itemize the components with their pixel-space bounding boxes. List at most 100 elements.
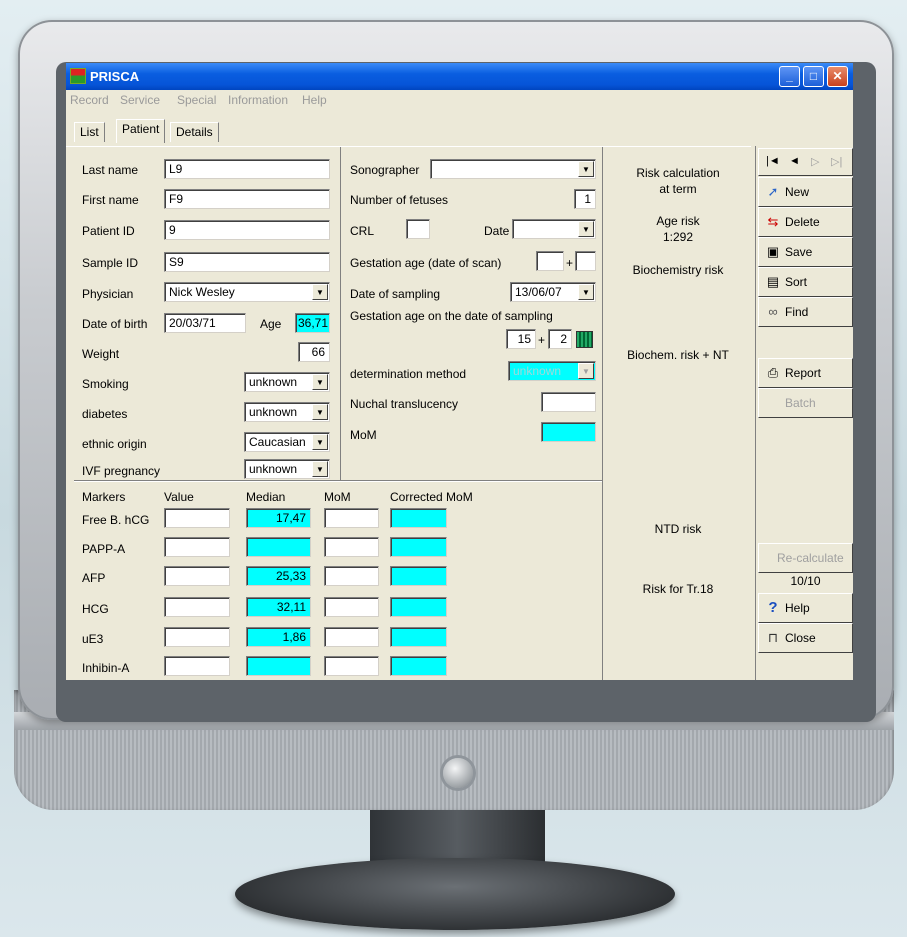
- method-label: determination method: [350, 367, 467, 381]
- first-name-field[interactable]: F9: [164, 189, 330, 209]
- next-record-button[interactable]: ▷: [811, 155, 819, 168]
- chevron-down-icon[interactable]: ▼: [578, 363, 594, 379]
- sampling-date-select[interactable]: 13/06/07 ▼: [510, 282, 596, 302]
- ethnic-value: Caucasian: [249, 435, 306, 449]
- minimize-button[interactable]: _: [779, 66, 800, 87]
- sonographer-select[interactable]: ▼: [430, 159, 596, 179]
- patient-id-field[interactable]: 9: [164, 220, 330, 240]
- new-button[interactable]: ➚ New: [758, 177, 853, 207]
- menu-record[interactable]: Record: [70, 93, 109, 107]
- marker-value-field[interactable]: [164, 597, 230, 617]
- marker-corrected-mom-field: [390, 597, 447, 617]
- tab-strip: List Patient Details: [66, 110, 853, 146]
- chevron-down-icon[interactable]: ▼: [312, 461, 328, 477]
- tab-list[interactable]: List: [74, 122, 105, 142]
- marker-name: uE3: [82, 632, 104, 646]
- ga-plus: +: [538, 333, 546, 347]
- physician-select[interactable]: Nick Wesley ▼: [164, 282, 330, 302]
- chevron-down-icon[interactable]: ▼: [578, 284, 594, 300]
- batch-button[interactable]: Batch: [758, 388, 853, 418]
- marker-value-field[interactable]: [164, 627, 230, 647]
- chevron-down-icon[interactable]: ▼: [578, 161, 594, 177]
- ivf-select[interactable]: unknown ▼: [244, 459, 330, 479]
- diabetes-select[interactable]: unknown ▼: [244, 402, 330, 422]
- menu-information[interactable]: Information: [228, 93, 288, 107]
- app-icon: [70, 68, 86, 84]
- menu-help[interactable]: Help: [302, 93, 327, 107]
- fetuses-field[interactable]: 1: [574, 189, 596, 209]
- marker-value-field[interactable]: [164, 656, 230, 676]
- chevron-down-icon[interactable]: ▼: [578, 221, 594, 237]
- mom-label: MoM: [350, 428, 377, 442]
- save-button-label: Save: [785, 245, 813, 259]
- close-window-button[interactable]: ✕: [827, 66, 848, 87]
- chevron-down-icon[interactable]: ▼: [312, 284, 328, 300]
- chevron-down-icon[interactable]: ▼: [312, 404, 328, 420]
- marker-mom-field: [324, 508, 379, 528]
- age-risk-value: 1:292: [662, 230, 694, 244]
- recalculate-button[interactable]: Re-calculate: [758, 543, 853, 573]
- ga-scan-weeks-field[interactable]: [536, 251, 564, 271]
- ga-weeks-field[interactable]: 15: [506, 329, 536, 349]
- marker-name: PAPP-A: [82, 542, 126, 556]
- weight-field[interactable]: 66: [298, 342, 330, 362]
- prev-record-button[interactable]: ◄: [789, 155, 800, 167]
- floppy-disk-icon: ▣: [766, 244, 780, 259]
- ethnic-select[interactable]: Caucasian ▼: [244, 432, 330, 452]
- calendar-icon[interactable]: [576, 331, 593, 348]
- maximize-button[interactable]: □: [803, 66, 824, 87]
- markers-divider-light: [74, 481, 602, 482]
- nt-field[interactable]: [541, 392, 596, 412]
- delete-button[interactable]: ⇆ Delete: [758, 207, 853, 237]
- scan-date-label: Date: [484, 224, 510, 238]
- ga-days-field[interactable]: 2: [548, 329, 572, 349]
- risk-divider: [602, 147, 603, 680]
- find-button[interactable]: ∞ Find: [758, 297, 853, 327]
- scan-date-select[interactable]: ▼: [512, 219, 596, 239]
- last-record-button[interactable]: ▷|: [831, 155, 842, 168]
- report-button[interactable]: ⎙ Report: [758, 358, 853, 388]
- risk-calc-title: Risk calculation: [636, 166, 720, 180]
- batch-button-label: Batch: [785, 396, 816, 410]
- marker-value-field[interactable]: [164, 566, 230, 586]
- marker-value-field[interactable]: [164, 537, 230, 557]
- marker-corrected-mom-field: [390, 508, 447, 528]
- close-button-label: Close: [785, 631, 816, 645]
- marker-corrected-mom-field: [390, 627, 447, 647]
- first-record-button[interactable]: |◄: [766, 155, 780, 167]
- save-button[interactable]: ▣ Save: [758, 237, 853, 267]
- tab-patient[interactable]: Patient: [116, 119, 166, 143]
- age-risk-label: Age risk: [656, 214, 700, 228]
- diabetes-label: diabetes: [82, 407, 128, 421]
- method-select[interactable]: unknown ▼: [508, 361, 596, 381]
- marker-name: Inhibin-A: [82, 661, 130, 675]
- ga-scan-plus: +: [566, 256, 574, 270]
- last-name-field[interactable]: L9: [164, 159, 330, 179]
- crl-field[interactable]: [406, 219, 430, 239]
- sampling-date-value: 13/06/07: [515, 285, 562, 299]
- ethnic-label: ethnic origin: [82, 437, 147, 451]
- menu-special[interactable]: Special: [177, 93, 216, 107]
- monitor-stand-base: [235, 858, 675, 930]
- smoking-select[interactable]: unknown ▼: [244, 372, 330, 392]
- chevron-down-icon[interactable]: ▼: [312, 434, 328, 450]
- menu-service[interactable]: Service: [120, 93, 160, 107]
- sort-button[interactable]: ▤ Sort: [758, 267, 853, 297]
- sample-id-field[interactable]: S9: [164, 252, 330, 272]
- marker-median-field: 32,11: [246, 597, 311, 617]
- dob-label: Date of birth: [82, 317, 148, 331]
- column-divider: [340, 147, 341, 480]
- close-button[interactable]: ⊓ Close: [758, 623, 853, 653]
- marker-median-field: 17,47: [246, 508, 311, 528]
- help-button[interactable]: ? Help: [758, 593, 853, 623]
- marker-value-field[interactable]: [164, 508, 230, 528]
- chevron-down-icon[interactable]: ▼: [312, 374, 328, 390]
- help-button-label: Help: [785, 601, 810, 615]
- value-header: Value: [164, 490, 194, 504]
- record-counter: 10/10: [790, 574, 821, 588]
- tab-details[interactable]: Details: [170, 122, 219, 142]
- ga-scan-days-field[interactable]: [575, 251, 596, 271]
- dob-field[interactable]: 20/03/71: [164, 313, 246, 333]
- ivf-value: unknown: [249, 462, 298, 476]
- smoking-value: unknown: [249, 375, 298, 389]
